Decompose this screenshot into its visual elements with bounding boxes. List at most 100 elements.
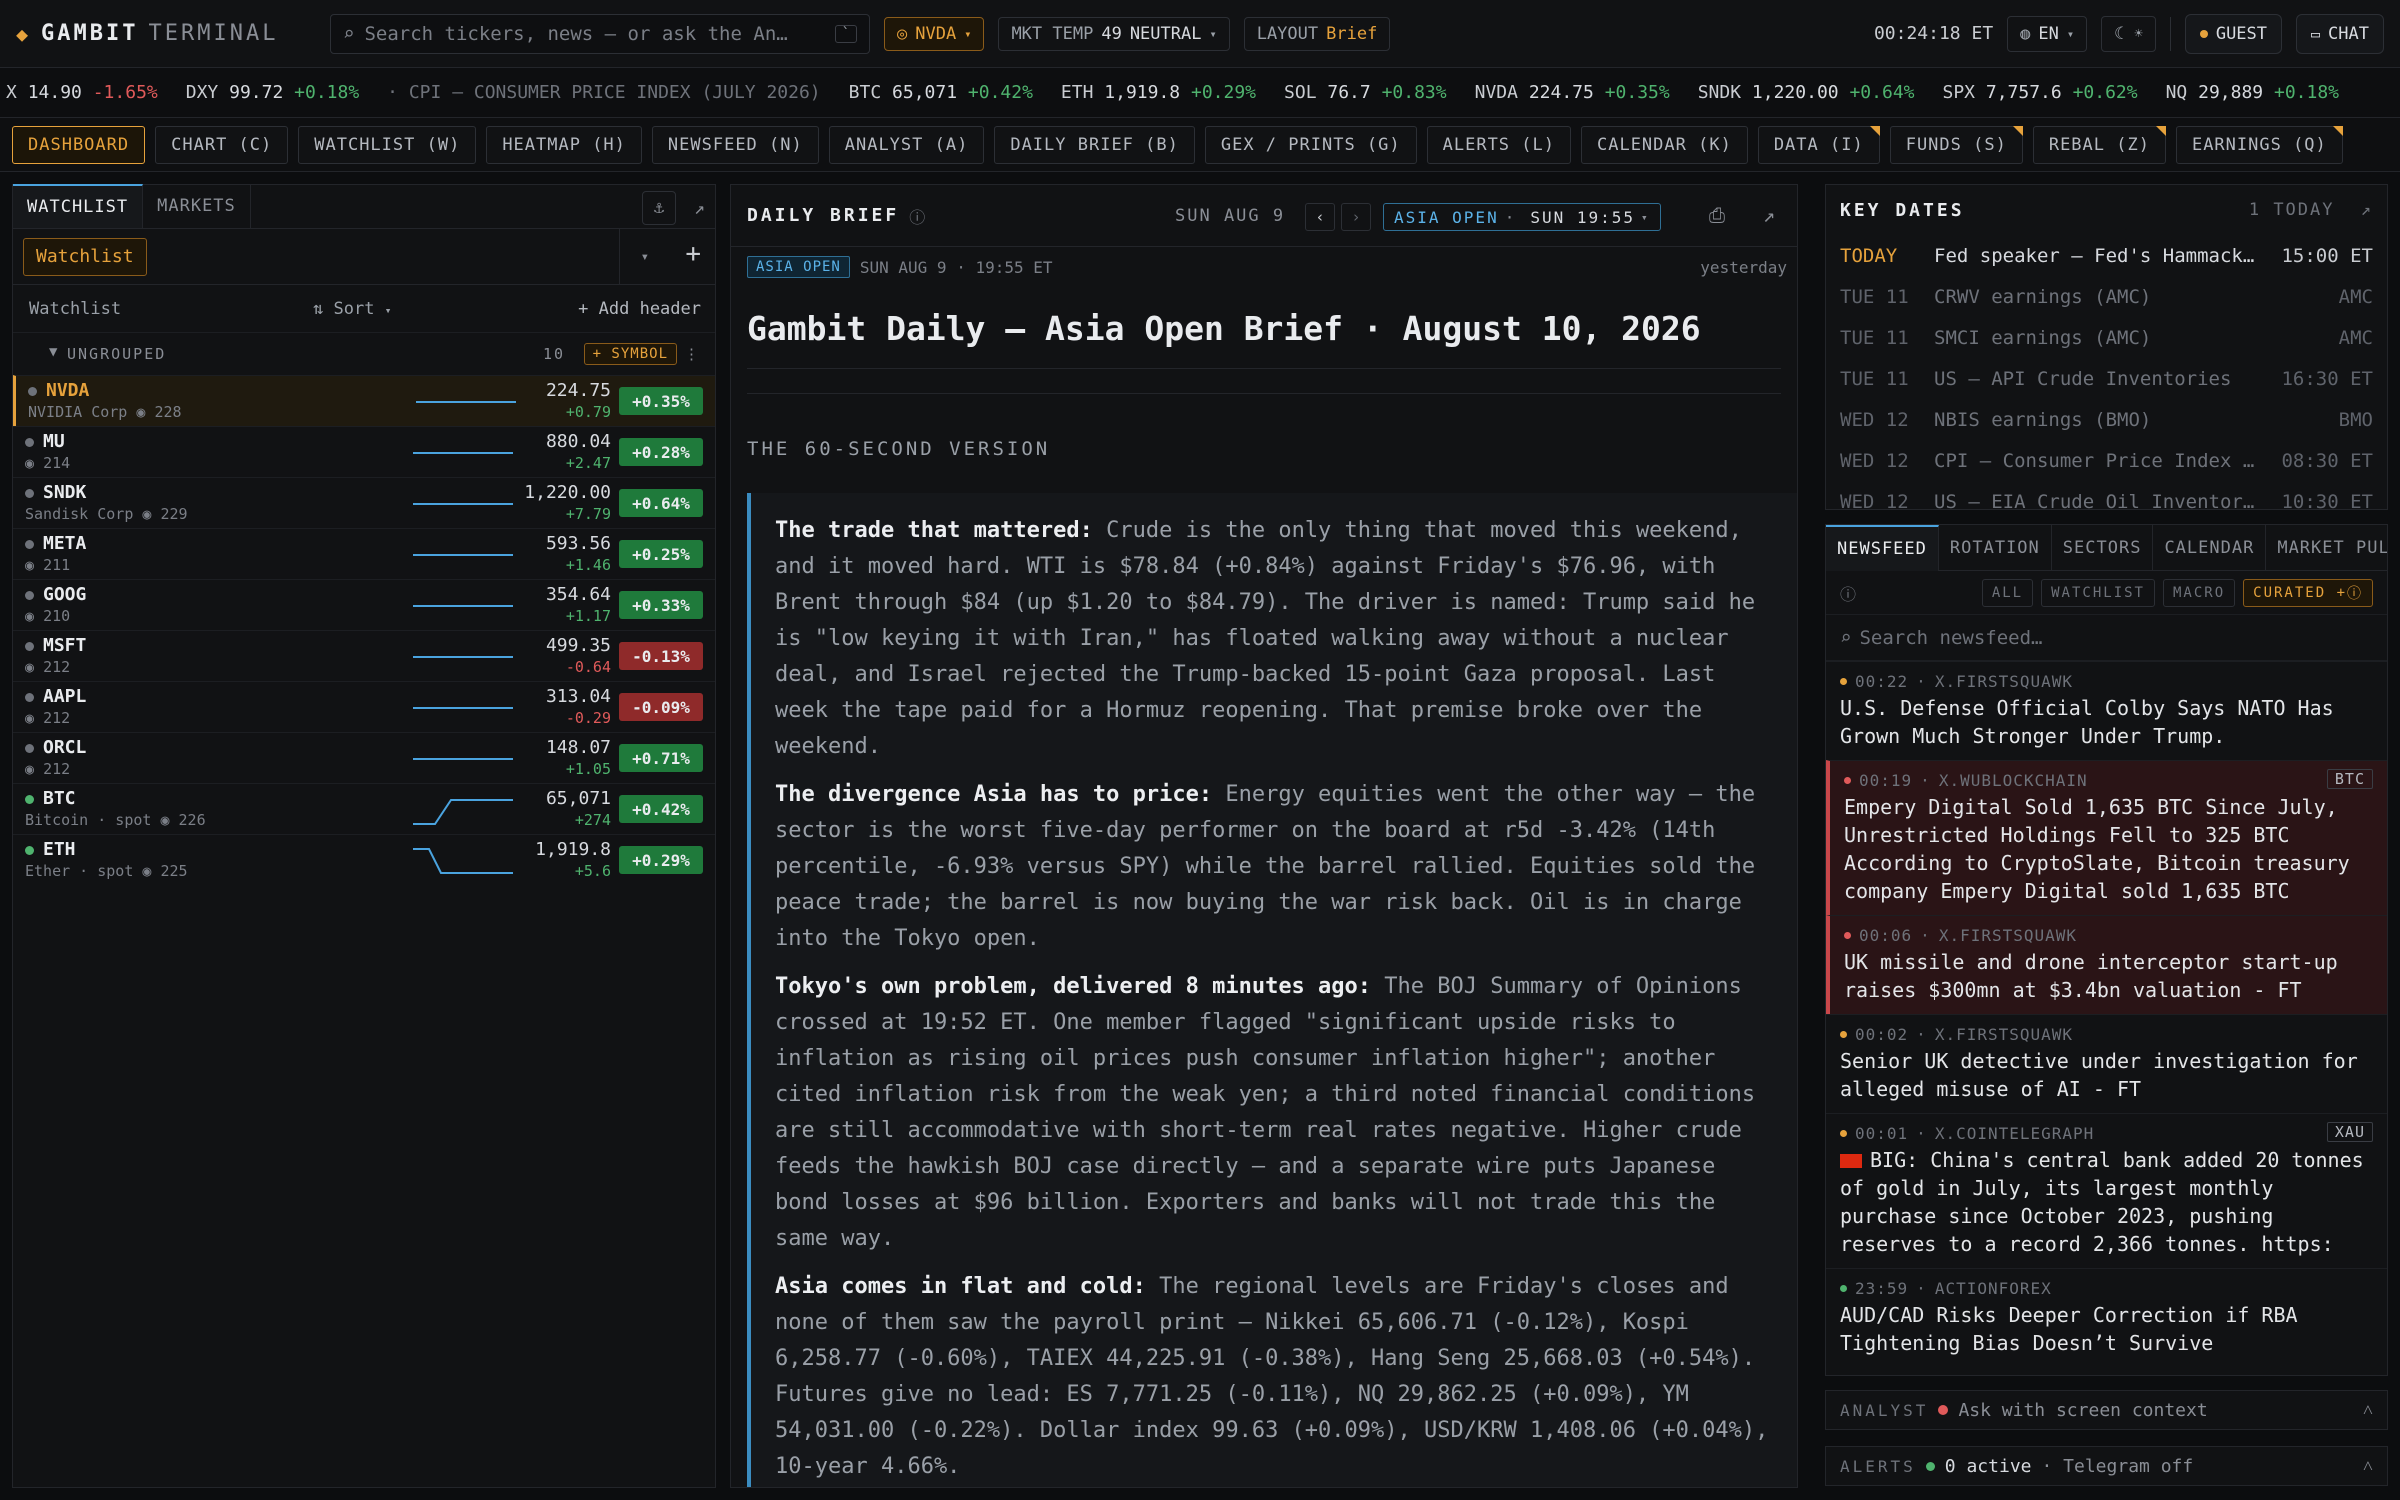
key-date-item[interactable]: TODAY Fed speaker — Fed's Hammack… 15:00 E…: [1826, 235, 2387, 276]
market-temp-selector[interactable]: MKT TEMP 49 NEUTRAL ▾: [998, 16, 1230, 51]
watchlist-selector[interactable]: Watchlist: [23, 237, 147, 276]
ticker-item[interactable]: NVDA 224.75 +0.35%: [1475, 82, 1670, 103]
brand-logo[interactable]: ◆ GAMBIT TERMINAL: [16, 21, 316, 46]
ticker-item[interactable]: BTC 65,071 +0.42%: [849, 82, 1033, 103]
ticker-item[interactable]: X 14.90 -1.65%: [6, 82, 158, 103]
tab-chart-c[interactable]: CHART (C): [155, 125, 289, 164]
alerts-bar[interactable]: ALERTS 0 active · Telegram off ˄: [1825, 1446, 2388, 1486]
tab-markets[interactable]: MARKETS: [143, 184, 251, 228]
tab-watchlist-w[interactable]: WATCHLIST (W): [298, 125, 477, 164]
watchlist-row[interactable]: AAPL ◉ 212 313.04 -0.29 -0.09%: [13, 681, 715, 732]
tab-data-i[interactable]: DATA (I): [1757, 125, 1880, 164]
tab-gex-prints-g[interactable]: GEX / PRINTS (G): [1204, 125, 1417, 164]
key-date-item[interactable]: TUE 11 US — API Crude Inventories 16:30 ET: [1826, 358, 2387, 399]
news-time: 00:01: [1855, 1123, 1909, 1143]
theme-toggle[interactable]: ☾ ☀: [2101, 15, 2156, 52]
tab-alerts-l[interactable]: ALERTS (L): [1426, 125, 1571, 164]
layout-selector[interactable]: LAYOUT Brief: [1243, 16, 1391, 51]
ticker-item[interactable]: SPX 7,757.6 +0.62%: [1943, 82, 2138, 103]
row-change: -0.64: [565, 658, 611, 676]
session-selector[interactable]: ASIA OPEN · SUN 19:55 ▾: [1383, 203, 1661, 231]
search-input[interactable]: ⌕ Search tickers, news — or ask the An… …: [330, 13, 870, 54]
key-date-item[interactable]: TUE 11 SMCI earnings (AMC) AMC: [1826, 317, 2387, 358]
news-item[interactable]: 00:19 · X.WUBLOCKCHAIN BTC Empery Digital So…: [1826, 760, 2387, 915]
add-watchlist-icon[interactable]: +: [685, 239, 701, 269]
key-date-item[interactable]: WED 12 US — EIA Crude Oil Inventor… 10:30 …: [1826, 481, 2387, 510]
watchlist-row[interactable]: BTC Bitcoin · spot ◉ 226 65,071 +274 +0.42%: [13, 783, 715, 834]
key-date-item[interactable]: WED 12 NBIS earnings (BMO) BMO: [1826, 399, 2387, 440]
symbol-selector[interactable]: ◎ NVDA ▾: [884, 16, 985, 51]
tab-dashboard[interactable]: DASHBOARD: [12, 125, 146, 164]
tab-market-pul[interactable]: MARKET PUL: [2266, 525, 2387, 571]
watchlist-dropdown-icon[interactable]: ▾: [619, 229, 649, 285]
tab-newsfeed[interactable]: NEWSFEED: [1826, 525, 1939, 571]
sparkline: [413, 848, 513, 874]
print-icon[interactable]: ⎙: [1709, 203, 1725, 227]
status-dot-icon: [28, 387, 37, 396]
chevron-up-icon[interactable]: ˄: [2363, 1400, 2373, 1421]
add-header-button[interactable]: + Add header: [578, 299, 701, 319]
news-item[interactable]: 00:06 · X.FIRSTSQUAWK UK missile and drone …: [1826, 915, 2387, 1014]
anchor-icon[interactable]: ⚓: [642, 191, 677, 225]
ticker-item[interactable]: ETH 1,919.8 +0.29%: [1061, 82, 1256, 103]
expand-icon[interactable]: ↗: [694, 198, 705, 219]
watchlist-row[interactable]: ORCL ◉ 212 148.07 +1.05 +0.71%: [13, 732, 715, 783]
expand-icon[interactable]: ↗: [1763, 203, 1775, 227]
session-badge: ASIA OPEN: [747, 256, 850, 278]
filter-curated[interactable]: CURATED + ⓘ: [2243, 578, 2373, 607]
guest-button[interactable]: GUEST: [2184, 13, 2283, 54]
info-icon[interactable]: ⓘ: [1840, 581, 1856, 605]
more-icon[interactable]: ⋮: [684, 345, 701, 363]
news-item[interactable]: 23:59 · ACTIONFOREX AUD/CAD Risks Deeper Co…: [1826, 1268, 2387, 1367]
next-brief-button[interactable]: ›: [1341, 203, 1371, 231]
news-item[interactable]: 00:01 · X.COINTELEGRAPH XAU BIG: China's cen…: [1826, 1113, 2387, 1268]
watchlist-row[interactable]: MSFT ◉ 212 499.35 -0.64 -0.13%: [13, 630, 715, 681]
watchlist-row[interactable]: NVDA NVIDIA Corp ◉ 228 224.75 +0.79 +0.35%: [13, 375, 715, 426]
tab-daily-brief-b[interactable]: DAILY BRIEF (B): [994, 125, 1195, 164]
ticker-item[interactable]: SNDK 1,220.00 +0.64%: [1698, 82, 1915, 103]
language-selector[interactable]: ◍ EN ▾: [2007, 15, 2088, 52]
watchlist-row[interactable]: ETH Ether · spot ◉ 225 1,919.8 +5.6 +0.29%: [13, 834, 715, 885]
group-header[interactable]: ▼ UNGROUPED 10 + SYMBOL ⋮: [13, 333, 715, 375]
ticker-item[interactable]: · CPI — CONSUMER PRICE INDEX (JULY 2026): [387, 82, 820, 103]
tab-calendar-k[interactable]: CALENDAR (K): [1580, 125, 1748, 164]
tab-watchlist[interactable]: WATCHLIST: [13, 184, 144, 228]
chat-button[interactable]: ▭ CHAT: [2296, 13, 2384, 54]
tab-funds-s[interactable]: FUNDS (S): [1889, 125, 2023, 164]
news-ticker-badge[interactable]: BTC: [2326, 769, 2373, 789]
filter-all[interactable]: ALL: [1981, 578, 2034, 607]
watchlist-row[interactable]: GOOG ◉ 210 354.64 +1.17 +0.33%: [13, 579, 715, 630]
tab-newsfeed-n[interactable]: NEWSFEED (N): [651, 125, 819, 164]
tab-sectors[interactable]: SECTORS: [2052, 525, 2154, 571]
news-item[interactable]: 00:02 · X.FIRSTSQUAWK Senior UK detective u…: [1826, 1014, 2387, 1113]
tab-heatmap-h[interactable]: HEATMAP (H): [486, 125, 642, 164]
ticker-item[interactable]: NQ 29,889 +0.18%: [2166, 82, 2339, 103]
watchlist-row[interactable]: META ◉ 211 593.56 +1.46 +0.25%: [13, 528, 715, 579]
tab-calendar[interactable]: CALENDAR: [2153, 525, 2267, 571]
chevron-up-icon[interactable]: ˄: [2363, 1456, 2373, 1477]
key-date-item[interactable]: WED 12 CPI — Consumer Price Index … 08:30 …: [1826, 440, 2387, 481]
key-date-item[interactable]: TUE 11 CRWV earnings (AMC) AMC: [1826, 276, 2387, 317]
tab-earnings-q[interactable]: EARNINGS (Q): [2175, 125, 2343, 164]
tab-rotation[interactable]: ROTATION: [1939, 525, 2052, 571]
news-headline-text: Empery Digital Sold 1,635 BTC Since July…: [1844, 795, 2350, 903]
tab-analyst-a[interactable]: ANALYST (A): [828, 125, 985, 164]
tab-rebal-z[interactable]: REBAL (Z): [2032, 125, 2166, 164]
sort-button[interactable]: ⇅ Sort ▾: [313, 299, 391, 319]
watchlist-row[interactable]: MU ◉ 214 880.04 +2.47 +0.28%: [13, 426, 715, 477]
key-dates-panel: KEY DATES 1 TODAY ↗ TODAY Fed speaker — F…: [1825, 184, 2388, 510]
expand-icon[interactable]: ↗: [2361, 200, 2373, 220]
analyst-bar[interactable]: ANALYST Ask with screen context ˄: [1825, 1390, 2388, 1430]
filter-watchlist[interactable]: WATCHLIST: [2041, 578, 2155, 607]
watchlist-row[interactable]: SNDK Sandisk Corp ◉ 229 1,220.00 +7.79 +0.64…: [13, 477, 715, 528]
news-ticker-badge[interactable]: XAU: [2326, 1122, 2373, 1142]
divider: [2169, 16, 2171, 51]
ticker-item[interactable]: SOL 76.7 +0.83%: [1284, 82, 1447, 103]
ticker-item[interactable]: DXY 99.72 +0.18%: [186, 82, 359, 103]
news-item[interactable]: 00:22 · X.FIRSTSQUAWK U.S. Defense Official…: [1826, 661, 2387, 760]
filter-macro[interactable]: MACRO: [2162, 578, 2236, 607]
add-symbol-button[interactable]: + SYMBOL: [583, 343, 677, 365]
prev-brief-button[interactable]: ‹: [1305, 203, 1335, 231]
newsfeed-search-input[interactable]: ⌕ Search newsfeed…: [1826, 615, 2387, 661]
info-icon[interactable]: ⓘ: [909, 204, 925, 228]
